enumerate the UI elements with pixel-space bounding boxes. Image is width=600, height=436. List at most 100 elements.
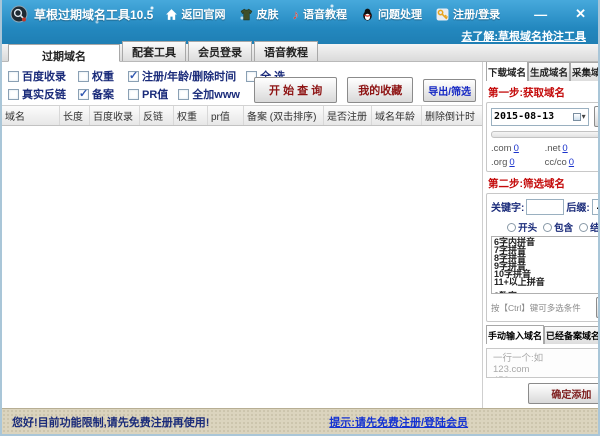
tab-collect-domains[interactable]: 采集域名 (570, 62, 598, 81)
col-length[interactable]: 长度 (60, 106, 90, 125)
checkbox-pr-value[interactable]: PR值 (128, 86, 168, 102)
checkbox-reg-age-delete[interactable]: 注册/年龄/删除时间 (128, 68, 236, 84)
titlebar-menu: 返回官网 皮肤 ♪ 语音教程 问题处理 注册/登录 — ✕ (165, 6, 590, 22)
checkbox-icon (128, 88, 139, 100)
col-icp-sort[interactable]: 备案 (双击排序) (244, 106, 324, 125)
col-backlinks[interactable]: 反链 (140, 106, 174, 125)
menu-home[interactable]: 返回官网 (165, 6, 226, 22)
chevron-down-icon: ▾ (581, 112, 586, 121)
menu-voice-tutorial[interactable]: ♪ 语音教程 (293, 6, 348, 22)
menu-register-login[interactable]: 注册/登录 (436, 6, 500, 22)
checkbox-icon (178, 88, 190, 100)
match-mode-radios: 开头 包含 结尾 空 (491, 220, 598, 234)
action-buttons: 开 始 查 询 我的收藏 导出/筛选 (254, 77, 476, 103)
col-pr[interactable]: pr值 (208, 106, 244, 125)
col-delete-countdown[interactable]: 删除倒计时 (422, 106, 482, 125)
my-favorites-button[interactable]: 我的收藏 (347, 77, 414, 103)
checkbox-baidu-index[interactable]: 百度收录 (8, 68, 78, 84)
checkbox-icon (78, 87, 89, 100)
tab-manual-input[interactable]: 手动输入域名 (486, 325, 545, 344)
keyword-row: 关键字: 后缀: .com ▾ (491, 197, 598, 216)
status-message: 您好!目前功能限制,请先免费注册再使用! (12, 416, 210, 429)
add-row: 确定添加 (486, 383, 598, 404)
option-3-digits[interactable]: 3数字 (494, 292, 598, 294)
start-query-button[interactable]: 开 始 查 询 (254, 77, 338, 103)
radio-icon (579, 222, 589, 232)
step1-groupbox: 2015-08-13 ▾ 开始下载 .com0 .net0 .cn0 .org0… (486, 102, 598, 172)
key-icon (436, 8, 449, 21)
filter-options-listbox: 6字内拼音 7字拼音 8字拼音 9字拼音 10字拼音 11+以上拼音 3数字 ▲… (491, 236, 598, 294)
ext-count-link[interactable]: 0 (514, 143, 519, 154)
app-window: 草根过期域名工具10.5 返回官网 皮肤 ♪ 语音教程 问题处理 注册/登录 —… (0, 0, 600, 436)
checkbox-label: 备案 (92, 89, 114, 101)
content-area: 百度收录 权重 注册/年龄/删除时间 全 选 (2, 62, 598, 408)
download-progress-bar (491, 131, 598, 138)
radio-label: 结尾 (590, 223, 598, 234)
ext-count-link[interactable]: 0 (562, 143, 567, 154)
app-icon (10, 5, 28, 23)
right-pane: 下载域名 生成域名 采集域名 导出/筛选 第一步:获取域名 2015-08-13… (483, 62, 598, 408)
manual-input-tabs: 手动输入域名 已经备案域名 未备案域名 (486, 325, 598, 344)
radio-icon (543, 222, 553, 232)
tab-expired-domains[interactable]: 过期域名 (8, 44, 120, 63)
confirm-add-button[interactable]: 确定添加 (528, 383, 598, 404)
menu-problem-help-label: 问题处理 (378, 9, 423, 21)
tab-icp-recorded[interactable]: 已经备案域名 (544, 326, 598, 344)
step1-title: 第一步:获取域名 (488, 87, 565, 99)
keyword-input[interactable] (526, 198, 565, 215)
tab-voice-tutorial[interactable]: 语音教程 (254, 41, 318, 61)
checkbox-icp-record[interactable]: 备案 (78, 86, 128, 102)
export-filter-button[interactable]: 导出/筛选 (423, 78, 476, 102)
filter-bar: 百度收录 权重 注册/年龄/删除时间 全 选 (2, 62, 482, 105)
close-button[interactable]: ✕ (571, 6, 590, 22)
suffix-value: .com (595, 201, 598, 212)
checkbox-label: PR值 (142, 89, 169, 101)
ext-label: .org (491, 157, 508, 168)
table-header: 域名 长度 百度收录 反链 权重 pr值 备案 (双击排序) 是否注册 域名年龄… (2, 105, 482, 126)
tab-generate-domains[interactable]: 生成域名 (528, 62, 571, 81)
date-value: 2015-08-13 (494, 111, 555, 122)
col-registered[interactable]: 是否注册 (324, 106, 372, 125)
radio-ends-with[interactable]: 结尾 (579, 220, 598, 234)
home-icon (165, 8, 178, 21)
tab-download-domains[interactable]: 下载域名 (486, 62, 529, 81)
menu-skin[interactable]: 皮肤 (240, 6, 279, 22)
left-pane: 百度收录 权重 注册/年龄/删除时间 全 选 (2, 62, 483, 408)
col-weight[interactable]: 权重 (174, 106, 208, 125)
start-filter-button[interactable]: 开始筛选 (595, 297, 598, 318)
ext-count-link[interactable]: 0 (509, 157, 514, 168)
minimize-button[interactable]: — (530, 7, 551, 22)
ctrl-hint: 按【Ctrl】键可多选条件 (491, 302, 581, 313)
radio-contains[interactable]: 包含 (543, 220, 573, 234)
col-domain[interactable]: 域名 (2, 106, 60, 125)
promo-link[interactable]: 去了解:草根域名抢注工具 (461, 28, 586, 44)
music-note-icon: ♪ (292, 6, 300, 22)
start-download-button[interactable]: 开始下载 (593, 106, 598, 127)
suffix-select[interactable]: .com ▾ (591, 198, 598, 215)
tab-supporting-tools[interactable]: 配套工具 (122, 41, 186, 61)
radio-icon (507, 222, 517, 232)
checkbox-add-www[interactable]: 全加www (178, 86, 240, 102)
ext-count-link[interactable]: 0 (569, 157, 574, 168)
checkbox-real-backlinks[interactable]: 真实反链 (8, 86, 78, 102)
placeholder-line: 123.com (493, 364, 530, 375)
checkbox-label: 百度收录 (22, 71, 66, 83)
col-baidu-index[interactable]: 百度收录 (90, 106, 140, 125)
col-domain-age[interactable]: 域名年龄 (372, 106, 422, 125)
register-login-link[interactable]: 提示:请先免费注册/登陆会员 (329, 414, 468, 430)
manual-domain-textarea[interactable]: 一行一个:如 123.com 456.com 也可将带有域名的 【TXT文本】 … (486, 348, 598, 378)
radio-starts-with[interactable]: 开头 (507, 220, 537, 234)
qq-icon (361, 8, 374, 21)
ext-com: .com 0 (491, 143, 545, 154)
tab-member-login[interactable]: 会员登录 (188, 41, 252, 61)
menu-home-label: 返回官网 (181, 9, 226, 21)
status-bar: 您好!目前功能限制,请先免费注册再使用! 提示:请先免费注册/登陆会员 (2, 408, 598, 434)
option-pinyin-11plus[interactable]: 11+以上拼音 (494, 278, 598, 287)
date-picker[interactable]: 2015-08-13 ▾ (491, 107, 589, 126)
menu-problem-help[interactable]: 问题处理 (361, 6, 422, 22)
checkbox-weight[interactable]: 权重 (78, 68, 128, 84)
menu-register-login-label: 注册/登录 (453, 9, 501, 21)
ext-net: .net 0 (545, 143, 598, 154)
main-tab-bar: 过期域名 配套工具 会员登录 语音教程 (2, 41, 598, 63)
calendar-dropdown[interactable]: ▾ (572, 112, 586, 121)
